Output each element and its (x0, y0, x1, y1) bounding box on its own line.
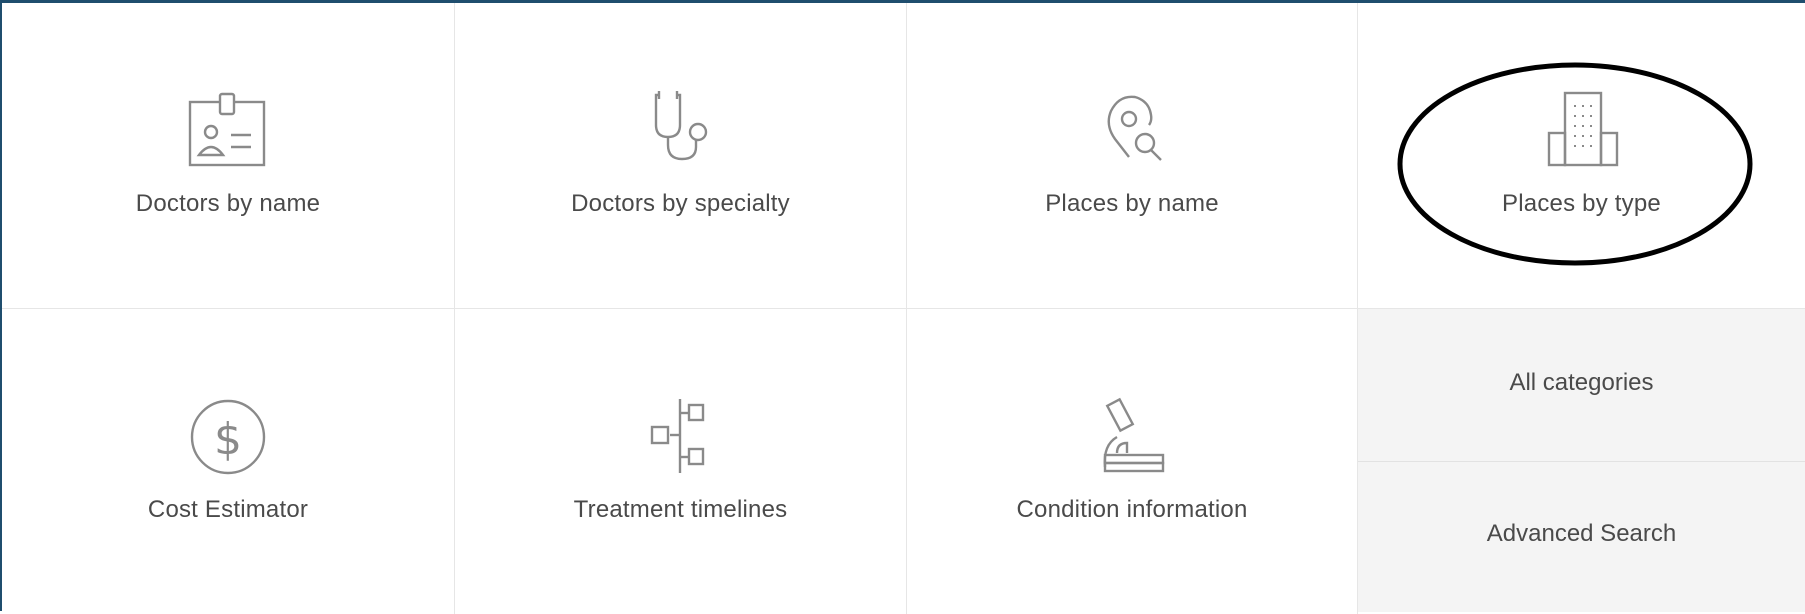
microscope-icon (1087, 393, 1177, 483)
tile-condition-information[interactable]: Condition information (907, 309, 1358, 614)
flowchart-icon (636, 393, 726, 483)
tile-label: Doctors by name (135, 190, 321, 217)
advanced-search-link[interactable]: Advanced Search (1358, 462, 1805, 612)
tile-treatment-timelines[interactable]: Treatment timelines (455, 309, 907, 614)
all-categories-link[interactable]: All categories (1358, 309, 1805, 462)
dollar-circle-icon: $ (183, 393, 273, 483)
tile-cost-estimator[interactable]: $ Cost Estimator (2, 309, 455, 614)
annotation-ellipse (1397, 62, 1753, 266)
tile-doctors-by-name[interactable]: Doctors by name (2, 3, 455, 309)
tile-label: Cost Estimator (147, 496, 309, 523)
tile-label: Doctors by specialty (571, 190, 790, 217)
stethoscope-icon (636, 87, 726, 177)
all-categories-label: All categories (1509, 369, 1654, 396)
svg-text:$: $ (214, 414, 242, 465)
tile-doctors-by-specialty[interactable]: Doctors by specialty (455, 3, 907, 309)
tile-label: Places by name (1045, 190, 1219, 217)
location-search-icon (1087, 87, 1177, 177)
tile-label: Condition information (1016, 496, 1248, 523)
advanced-search-label: Advanced Search (1486, 520, 1677, 547)
tile-places-by-name[interactable]: Places by name (907, 3, 1358, 309)
tile-label: Treatment timelines (573, 496, 788, 523)
id-badge-icon (183, 87, 273, 177)
